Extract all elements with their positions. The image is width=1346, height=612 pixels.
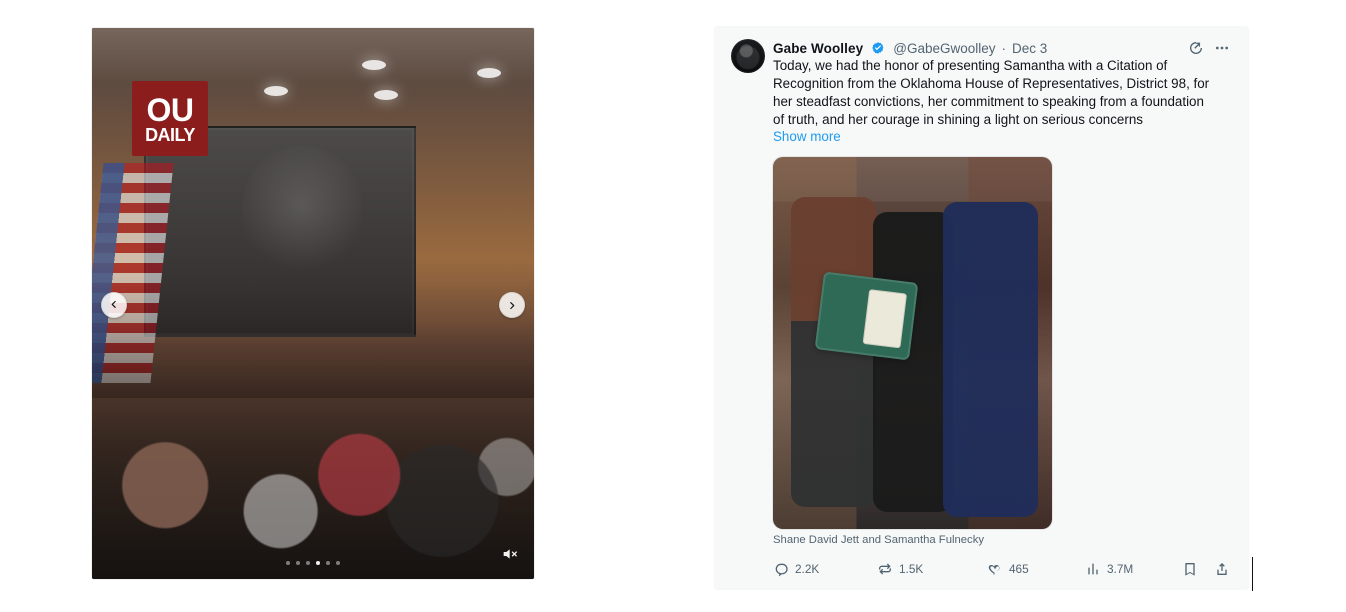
carousel-dot[interactable] bbox=[326, 561, 330, 565]
ou-daily-logo-line2: DAILY bbox=[145, 124, 195, 145]
views-icon bbox=[1088, 563, 1098, 575]
text-cursor bbox=[1252, 557, 1253, 591]
share-button[interactable] bbox=[1213, 560, 1231, 578]
ceiling-light bbox=[362, 60, 386, 70]
grok-icon bbox=[1190, 42, 1202, 54]
carousel-dot[interactable] bbox=[316, 561, 320, 565]
mute-icon bbox=[503, 549, 517, 559]
author-name[interactable]: Gabe Woolley bbox=[773, 41, 863, 56]
view-count: 3.7M bbox=[1107, 562, 1134, 576]
show-more-link[interactable]: Show more bbox=[773, 129, 841, 144]
share-icon bbox=[1217, 563, 1227, 575]
tweet-text: Today, we had the honor of presenting Sa… bbox=[773, 58, 1210, 127]
carousel-dot[interactable] bbox=[306, 561, 310, 565]
ceiling-light bbox=[374, 90, 398, 100]
person-center bbox=[873, 212, 953, 512]
repost-count: 1.5K bbox=[899, 562, 924, 576]
like-icon bbox=[988, 565, 1000, 575]
more-icon bbox=[1216, 46, 1228, 50]
like-button[interactable]: 465 bbox=[987, 561, 1085, 577]
audience bbox=[92, 324, 534, 579]
tweet-card: Gabe Woolley @GabeGwoolley · Dec 3 Today bbox=[715, 27, 1248, 589]
carousel-prev-button[interactable] bbox=[101, 292, 127, 318]
bookmark-icon bbox=[1185, 563, 1195, 576]
ceiling-light bbox=[264, 86, 288, 96]
tweet-secondary-actions bbox=[1181, 560, 1231, 578]
like-count: 465 bbox=[1009, 562, 1029, 576]
header-separator: · bbox=[1001, 40, 1007, 56]
carousel-dot[interactable] bbox=[286, 561, 290, 565]
grok-button[interactable] bbox=[1186, 38, 1206, 58]
tweet-date[interactable]: Dec 3 bbox=[1012, 41, 1047, 56]
repost-button[interactable]: 1.5K bbox=[877, 561, 987, 577]
author-handle[interactable]: @GabeGwoolley bbox=[893, 41, 995, 56]
tweet-actions: 2.2K 1.5K 465 3.7M bbox=[773, 560, 1231, 578]
ou-daily-logo: OU DAILY bbox=[132, 81, 208, 156]
carousel-dot[interactable] bbox=[296, 561, 300, 565]
avatar[interactable] bbox=[731, 39, 765, 73]
chevron-left-icon bbox=[111, 300, 116, 308]
reply-icon bbox=[775, 563, 788, 577]
tweet-image[interactable] bbox=[773, 157, 1052, 529]
views-button[interactable]: 3.7M bbox=[1085, 561, 1181, 577]
reply-count: 2.2K bbox=[795, 562, 820, 576]
carousel-next-button[interactable] bbox=[499, 292, 525, 318]
verified-icon bbox=[872, 42, 884, 54]
ou-daily-logo-line1: OU bbox=[146, 91, 195, 128]
reply-button[interactable]: 2.2K bbox=[773, 561, 877, 577]
bookmark-button[interactable] bbox=[1181, 560, 1199, 578]
ceiling-light bbox=[477, 68, 501, 78]
verified-badge bbox=[871, 41, 885, 55]
certificate bbox=[814, 271, 919, 361]
carousel-dot[interactable] bbox=[336, 561, 340, 565]
person-right bbox=[943, 202, 1038, 517]
carousel-card: OU DAILY bbox=[92, 28, 534, 579]
mute-button[interactable] bbox=[498, 543, 520, 565]
chevron-right-icon bbox=[510, 302, 515, 310]
tweet-header: Gabe Woolley @GabeGwoolley · Dec 3 bbox=[773, 39, 1232, 57]
carousel-dots bbox=[286, 561, 340, 565]
more-button[interactable] bbox=[1212, 38, 1232, 58]
media-caption: Shane David Jett and Samantha Fulnecky bbox=[773, 534, 985, 546]
repost-icon bbox=[879, 563, 891, 575]
